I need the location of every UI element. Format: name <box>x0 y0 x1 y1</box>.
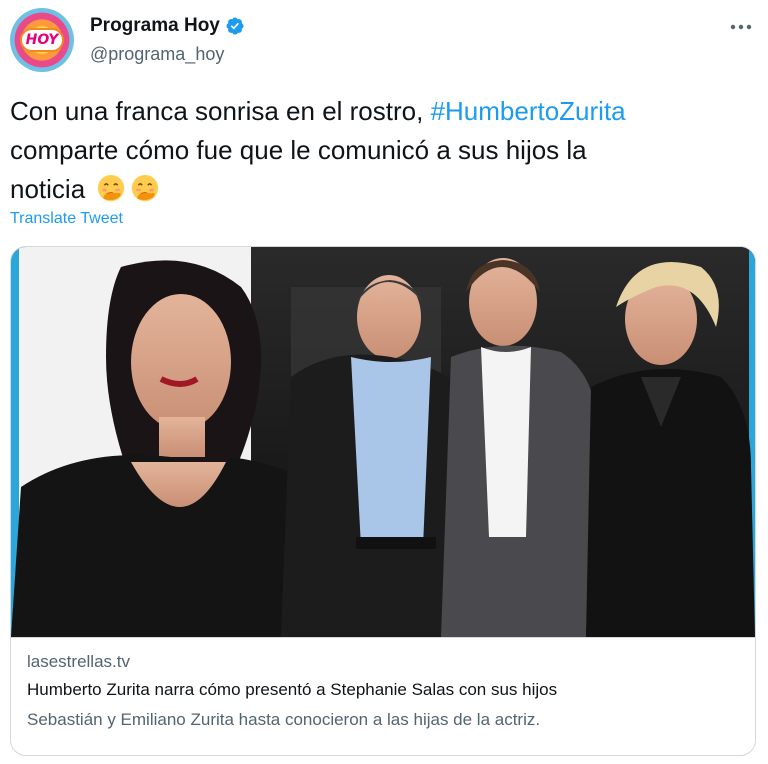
author-display-name[interactable]: Programa Hoy <box>90 15 220 37</box>
card-domain: lasestrellas.tv <box>27 652 130 671</box>
tweet-text: Con una franca sonrisa en el rostro, #Hu… <box>10 92 758 209</box>
link-card[interactable]: lasestrellas.tv Humberto Zurita narra có… <box>10 246 756 756</box>
author-handle[interactable]: @programa_hoy <box>90 44 245 65</box>
face-with-hand-over-mouth-emoji <box>98 174 125 202</box>
tweet-text-line2: comparte cómo fue que le comunicó a sus … <box>10 135 587 165</box>
card-description: Sebastián y Emiliano Zurita hasta conoci… <box>27 710 541 729</box>
avatar-logo: HOY <box>20 28 64 52</box>
tweet-text-line3: noticia <box>10 174 86 204</box>
translate-tweet-link[interactable]: Translate Tweet <box>10 210 123 228</box>
more-horizontal-icon[interactable] <box>724 14 758 40</box>
tweet-header: HOY Programa Hoy @programa_hoy <box>10 8 758 78</box>
avatar[interactable]: HOY <box>10 8 74 72</box>
author-name-row[interactable]: Programa Hoy <box>90 14 245 38</box>
card-image[interactable] <box>11 247 755 637</box>
tweet-text-line1: Con una franca sonrisa en el rostro, <box>10 96 431 126</box>
face-with-hand-over-mouth-emoji <box>132 174 159 202</box>
card-footer[interactable]: lasestrellas.tv Humberto Zurita narra có… <box>11 637 755 755</box>
verified-badge-icon <box>226 17 244 35</box>
card-title: Humberto Zurita narra cómo presentó a St… <box>27 680 558 699</box>
author-info: Programa Hoy @programa_hoy <box>90 14 245 65</box>
hashtag-link[interactable]: #HumbertoZurita <box>431 96 626 126</box>
